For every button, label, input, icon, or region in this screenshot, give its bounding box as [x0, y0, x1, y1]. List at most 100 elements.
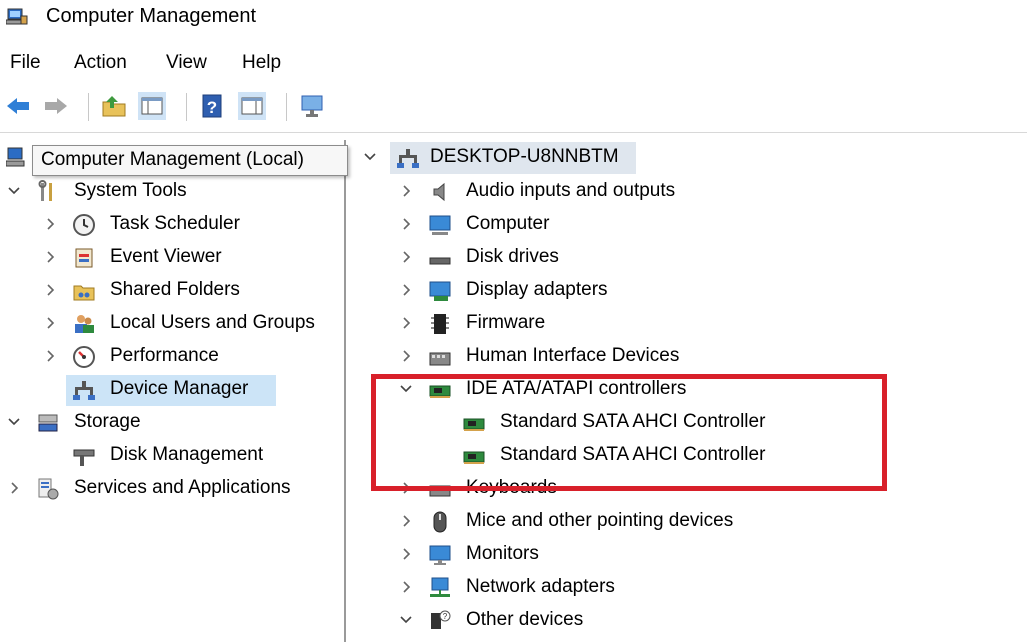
network-icon	[430, 577, 450, 597]
chevron-right-icon[interactable]	[398, 544, 414, 564]
hid-icon	[429, 352, 451, 366]
menu-action[interactable]: Action	[74, 52, 127, 74]
tree-item-event-viewer[interactable]: Event Viewer	[0, 242, 344, 275]
svg-text:?: ?	[443, 612, 448, 621]
chevron-right-icon[interactable]	[42, 313, 58, 333]
device-category-label: Display adapters	[466, 279, 608, 300]
device-category-network-adapters[interactable]: Network adapters	[346, 572, 1026, 605]
tree-item-disk-management[interactable]: Disk Management	[0, 440, 344, 473]
clock-icon	[73, 214, 95, 236]
tree-item-label: Storage	[74, 411, 141, 432]
chevron-down-icon[interactable]	[398, 610, 414, 630]
chevron-right-icon[interactable]	[398, 247, 414, 267]
tree-item-label: Event Viewer	[110, 246, 222, 267]
tree-item-device-manager[interactable]: Device Manager	[0, 374, 344, 407]
services-icon	[38, 478, 59, 500]
tree-item-storage[interactable]: Storage	[0, 407, 344, 440]
tree-item-label: Local Users and Groups	[110, 312, 315, 333]
device-category-label: Firmware	[466, 312, 546, 333]
show-hide-action-pane-icon[interactable]	[238, 92, 266, 120]
highlight-annotation-box	[371, 374, 887, 491]
tree-item-label: Shared Folders	[110, 279, 240, 300]
chevron-right-icon[interactable]	[398, 313, 414, 333]
device-category-display-adapters[interactable]: Display adapters	[346, 275, 1026, 308]
display-adapter-icon	[429, 281, 451, 301]
users-icon	[75, 315, 94, 333]
tree-item-local-users-and-groups[interactable]: Local Users and Groups	[0, 308, 344, 341]
computer-name: DESKTOP-U8NNBTM	[430, 146, 619, 167]
device-category-label: Audio inputs and outputs	[466, 180, 676, 201]
title-bar: Computer Management	[0, 0, 1027, 34]
tree-item-services-and-applications[interactable]: Services and Applications	[0, 473, 344, 506]
tree-item-label: Task Scheduler	[110, 213, 240, 234]
device-category-firmware[interactable]: Firmware	[346, 308, 1026, 341]
menu-help[interactable]: Help	[242, 52, 281, 74]
device-category-label: Monitors	[466, 543, 539, 564]
device-category-disk-drives[interactable]: Disk drives	[346, 242, 1026, 275]
monitor-icon[interactable]	[298, 92, 326, 120]
chevron-right-icon[interactable]	[398, 214, 414, 234]
chevron-right-icon[interactable]	[398, 346, 414, 366]
unknown-device-icon: ?	[431, 610, 451, 629]
menu-bar: File Action View Help	[0, 48, 1027, 80]
chevron-down-icon[interactable]	[6, 412, 22, 432]
device-category-hid[interactable]: Human Interface Devices	[346, 341, 1026, 374]
device-category-mice[interactable]: Mice and other pointing devices	[346, 506, 1026, 539]
tree-item-label: System Tools	[74, 180, 187, 201]
monitor-icon	[429, 545, 451, 565]
computer-tree-icon	[397, 149, 419, 168]
tools-icon	[38, 180, 52, 201]
event-viewer-icon	[75, 248, 93, 268]
chevron-right-icon[interactable]	[42, 214, 58, 234]
forward-arrow-icon[interactable]	[42, 92, 70, 120]
disk-management-icon	[73, 449, 95, 466]
menu-file[interactable]: File	[10, 52, 41, 74]
chevron-right-icon[interactable]	[42, 346, 58, 366]
chevron-down-icon[interactable]	[362, 147, 378, 167]
tooltip: Computer Management (Local)	[32, 145, 348, 176]
device-category-label: Other devices	[466, 609, 584, 630]
chevron-down-icon[interactable]	[6, 181, 22, 201]
tree-item-shared-folders[interactable]: Shared Folders	[0, 275, 344, 308]
toolbar-separator	[88, 93, 89, 121]
chevron-right-icon[interactable]	[6, 478, 22, 498]
device-category-audio[interactable]: Audio inputs and outputs	[346, 176, 1026, 209]
svg-text:?: ?	[207, 98, 217, 117]
toolbar-separator	[186, 93, 187, 121]
tree-item-system-tools[interactable]: System Tools	[0, 176, 344, 209]
computer-management-icon	[6, 8, 28, 25]
device-category-label: Mice and other pointing devices	[466, 510, 734, 531]
help-icon[interactable]: ?	[198, 92, 226, 120]
device-tree-root[interactable]: DESKTOP-U8NNBTM	[346, 142, 1026, 175]
storage-icon	[38, 414, 58, 432]
tree-item-label: Performance	[110, 345, 219, 366]
speaker-icon	[433, 182, 445, 202]
device-category-computer[interactable]: Computer	[346, 209, 1026, 242]
device-category-other-devices[interactable]: ? Other devices	[346, 605, 1026, 638]
show-hide-console-tree-icon[interactable]	[138, 92, 166, 120]
tree-item-task-scheduler[interactable]: Task Scheduler	[0, 209, 344, 242]
tree-item-performance[interactable]: Performance	[0, 341, 344, 374]
chevron-right-icon[interactable]	[42, 280, 58, 300]
chevron-right-icon[interactable]	[42, 247, 58, 267]
chevron-right-icon[interactable]	[398, 280, 414, 300]
chevron-right-icon[interactable]	[398, 511, 414, 531]
device-category-label: Disk drives	[466, 246, 559, 267]
device-manager-icon	[73, 381, 95, 400]
tree-item-label: Disk Management	[110, 444, 264, 465]
device-category-label: Computer	[466, 213, 550, 234]
chevron-right-icon[interactable]	[398, 577, 414, 597]
computer-management-icon	[6, 147, 25, 167]
menu-view[interactable]: View	[166, 52, 207, 74]
mouse-icon	[433, 511, 447, 533]
tree-item-label: Device Manager	[110, 378, 249, 399]
console-tree: System Tools Task Scheduler Event Viewer…	[0, 140, 344, 642]
up-folder-icon[interactable]	[100, 92, 128, 120]
chevron-right-icon[interactable]	[398, 181, 414, 201]
monitor-icon	[429, 215, 451, 235]
device-category-label: Network adapters	[466, 576, 615, 597]
back-arrow-icon[interactable]	[4, 92, 32, 120]
disk-drive-icon	[429, 257, 451, 265]
device-category-monitors[interactable]: Monitors	[346, 539, 1026, 572]
device-category-label: Human Interface Devices	[466, 345, 680, 366]
